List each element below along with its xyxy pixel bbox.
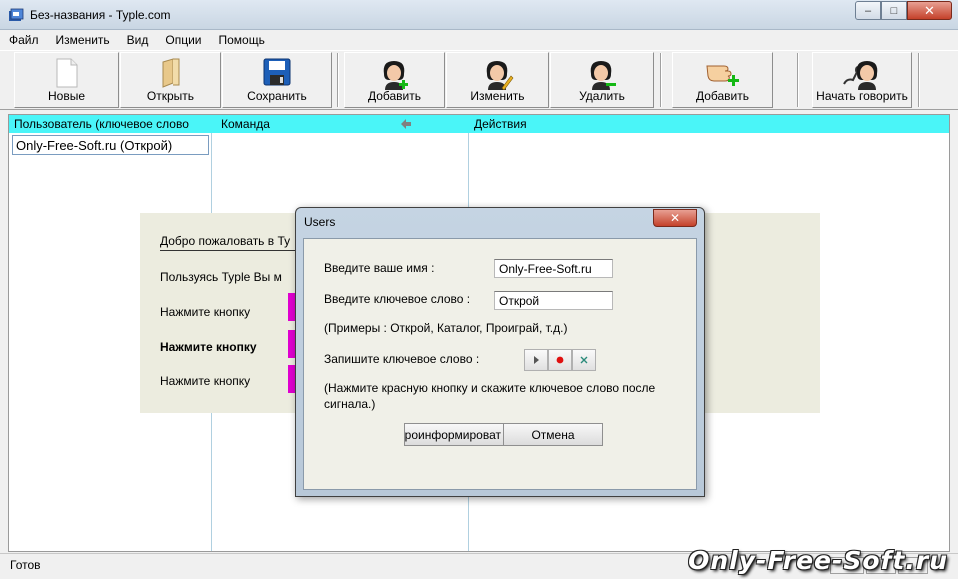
status-bar: Готов Only-Free-Soft.ru: [0, 546, 958, 579]
save-button[interactable]: Сохранить: [222, 52, 332, 108]
welcome-line: Пользуясь Typle Вы м: [160, 270, 282, 284]
new-file-icon: [56, 58, 77, 88]
add-user-icon: [383, 61, 408, 90]
name-input[interactable]: Only-Free-Soft.ru: [494, 259, 613, 278]
dialog-body: Введите ваше имя : Only-Free-Soft.ru Вве…: [303, 238, 697, 490]
sort-arrow-icon[interactable]: [400, 118, 412, 130]
title-bar[interactable]: Без-названия - Typle.com ‒ □ ✕: [0, 0, 958, 30]
record-hint: (Нажмите красную кнопку и скажите ключев…: [324, 381, 656, 411]
toolbar-separator: [660, 53, 662, 107]
open-button[interactable]: Открыть: [120, 52, 221, 108]
delete-user-icon: [590, 61, 616, 90]
start-talk-label: Начать говорить: [816, 89, 908, 103]
open-button-label: Открыть: [146, 89, 195, 103]
pointing-hand-icon: [705, 65, 739, 86]
menu-file[interactable]: Файл: [9, 33, 39, 47]
clear-icon: [580, 356, 588, 364]
toolbar-separator: [797, 53, 799, 107]
welcome-line: Нажмите кнопку: [160, 340, 257, 354]
add-user-button[interactable]: Добавить: [344, 52, 445, 108]
add-command-button[interactable]: Добавить: [672, 52, 773, 108]
menu-options[interactable]: Опции: [165, 33, 201, 47]
menu-view[interactable]: Вид: [127, 33, 149, 47]
open-folder-icon: [162, 58, 179, 88]
app-icon: [9, 8, 24, 21]
list-item-user[interactable]: Only-Free-Soft.ru (Открой): [12, 135, 209, 155]
add-command-label: Добавить: [695, 89, 750, 103]
cancel-button[interactable]: Отмена: [503, 423, 603, 446]
status-text: Готов: [10, 558, 41, 572]
edit-user-label: Изменить: [470, 89, 525, 103]
delete-user-button[interactable]: Удалить: [550, 52, 654, 108]
close-button[interactable]: ✕: [907, 1, 952, 20]
new-button-label: Новые: [47, 89, 85, 103]
save-disk-icon: [263, 58, 291, 86]
start-talk-button[interactable]: Начать говорить: [812, 52, 912, 108]
dialog-title: Users: [304, 215, 336, 229]
menu-help[interactable]: Помощь: [219, 33, 265, 47]
column-header-actions[interactable]: Действия: [474, 117, 527, 131]
speaking-user-icon: [843, 61, 878, 90]
record-button[interactable]: [548, 349, 572, 371]
welcome-line: Нажмите кнопку: [160, 374, 251, 388]
users-dialog: Users ✕ Введите ваше имя : Only-Free-Sof…: [295, 207, 705, 497]
play-icon: [534, 356, 539, 364]
edit-user-icon: [486, 61, 513, 90]
record-icon: [556, 356, 564, 364]
dialog-close-button[interactable]: ✕: [653, 209, 697, 227]
record-label: Запишите ключевое слово :: [324, 352, 480, 366]
toolbar: Новые Открыть Сохранить Добавить Изменит…: [0, 50, 958, 110]
column-header-command[interactable]: Команда: [221, 117, 270, 131]
minimize-button[interactable]: ‒: [855, 1, 881, 20]
ok-button[interactable]: роинформироват: [404, 423, 504, 446]
welcome-line: Нажмите кнопку: [160, 305, 251, 319]
toolbar-separator: [337, 53, 339, 107]
play-button[interactable]: [524, 349, 548, 371]
edit-user-button[interactable]: Изменить: [446, 52, 549, 108]
delete-user-label: Удалить: [579, 89, 625, 103]
new-button[interactable]: Новые: [14, 52, 119, 108]
window-title: Без-названия - Typle.com: [30, 8, 171, 22]
watermark-logo: Only-Free-Soft.ru: [688, 546, 948, 575]
column-header-user[interactable]: Пользователь (ключевое слово: [14, 117, 204, 131]
welcome-title: Добро пожаловать в Ty: [160, 234, 300, 251]
menu-edit[interactable]: Изменить: [56, 33, 110, 47]
list-header: Пользователь (ключевое слово Команда Дей…: [9, 115, 949, 133]
menu-bar: Файл Изменить Вид Опции Помощь: [0, 30, 958, 50]
keyword-input[interactable]: Открой: [494, 291, 613, 310]
maximize-button[interactable]: □: [881, 1, 907, 20]
keyword-label: Введите ключевое слово :: [324, 292, 471, 306]
clear-record-button[interactable]: [572, 349, 596, 371]
name-label: Введите ваше имя :: [324, 261, 435, 275]
save-button-label: Сохранить: [247, 89, 307, 103]
add-user-label: Добавить: [367, 89, 422, 103]
examples-text: (Примеры : Открой, Каталог, Проиграй, т.…: [324, 321, 568, 335]
toolbar-separator: [918, 53, 920, 107]
